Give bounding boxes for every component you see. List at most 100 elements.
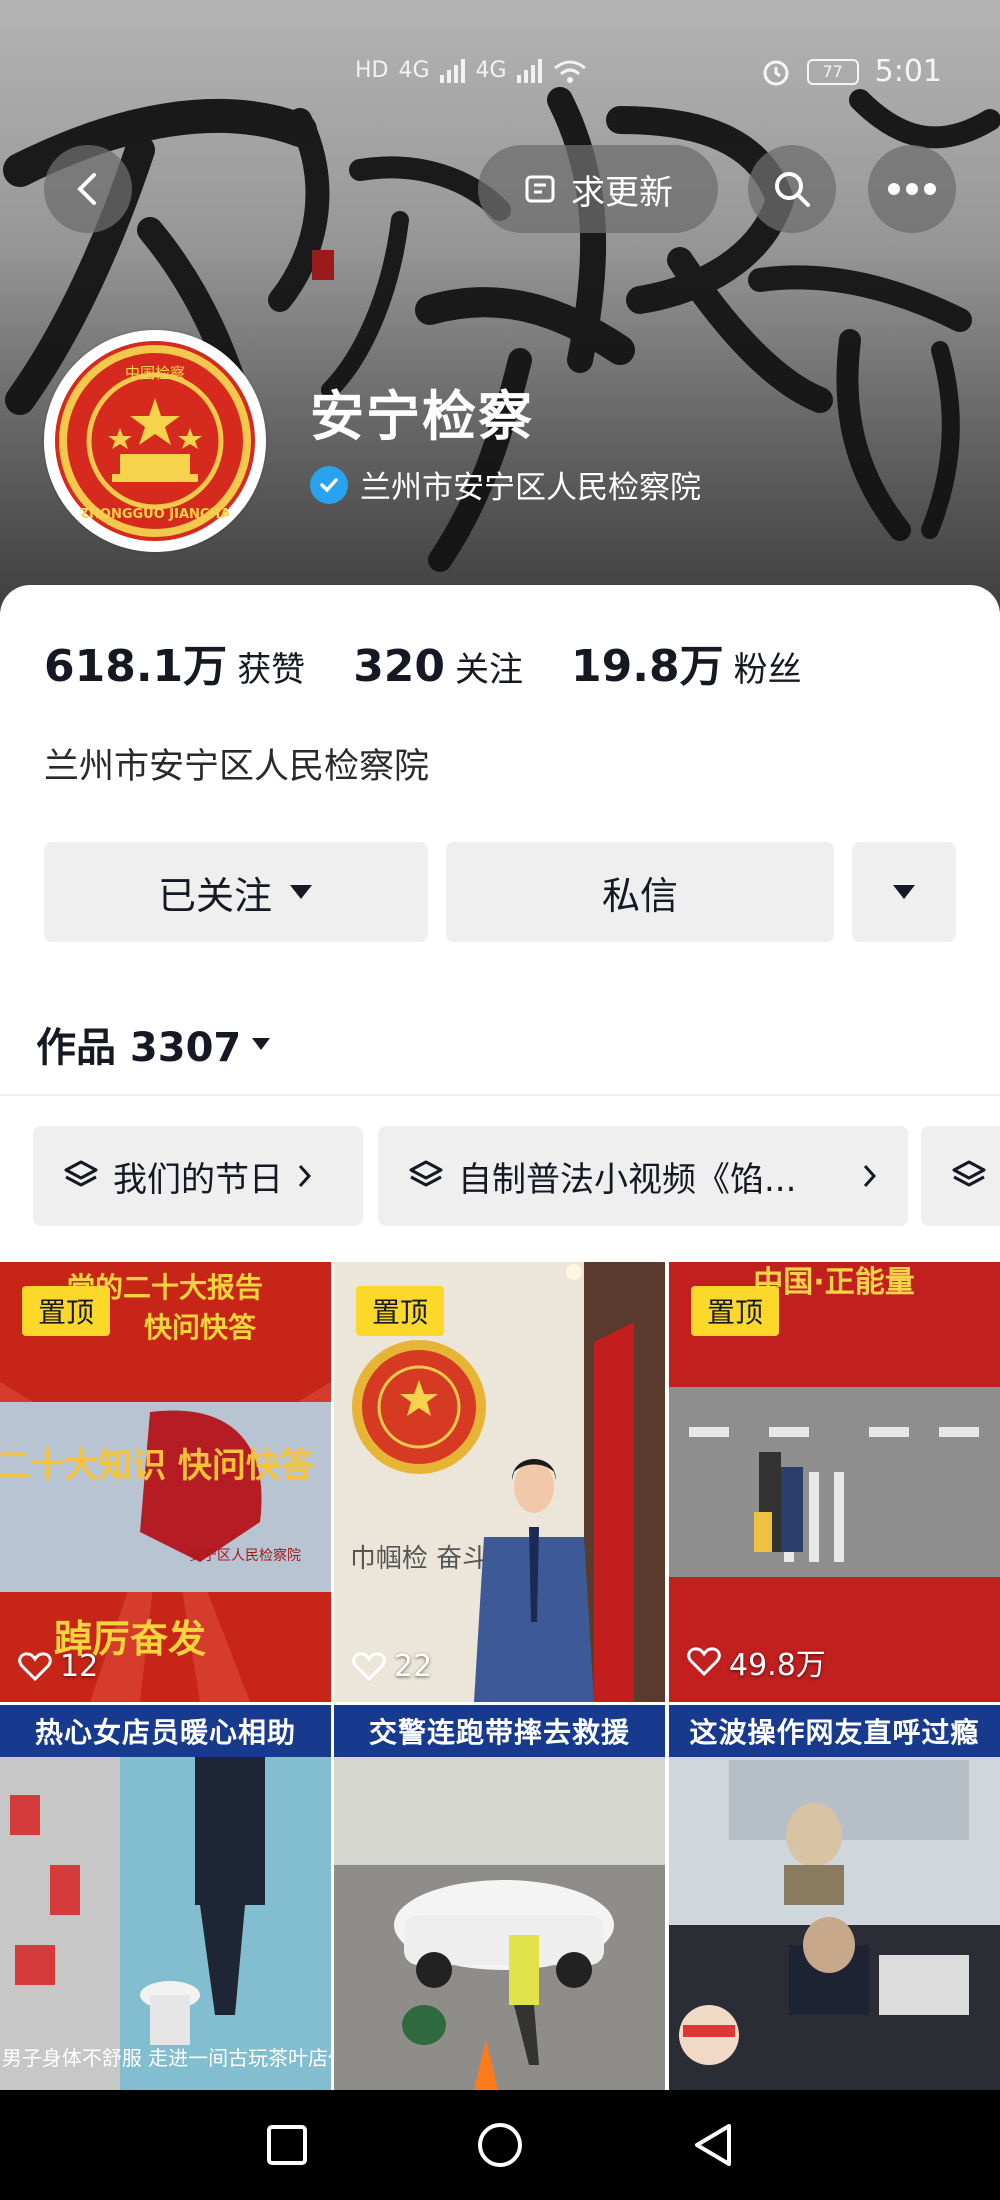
collections-row: 我们的节日 自制普法小视频《馅...	[33, 1126, 1000, 1226]
profile-name: 安宁检察	[310, 385, 534, 448]
tile-vertical-text: 巾帼检 奋斗	[350, 1544, 488, 1574]
svg-text:ZHONGGUO JIANCHA: ZHONGGUO JIANCHA	[80, 507, 231, 522]
tile-title-sub: 快问快答	[144, 1311, 257, 1344]
stat-following[interactable]: 320 关注	[353, 641, 523, 692]
signal-4g-label: 4G	[398, 58, 430, 83]
recent-apps-button[interactable]	[257, 2115, 317, 2175]
like-count-value: 49.8万	[729, 1648, 826, 1683]
caret-down-icon	[252, 1038, 271, 1050]
video-tile[interactable]: 党的二十大报告 快问快答 二十大知识 快问快答 安宁区人民检察院 踔厉奋发 置顶…	[0, 1262, 331, 1702]
profile-stats: 618.1万 获赞 320 关注 19.8万 粉丝	[44, 630, 802, 694]
chevron-right-icon	[863, 1164, 877, 1188]
tile-org-text: 安宁区人民检察院	[189, 1547, 301, 1564]
signal-icon	[439, 58, 465, 83]
video-thumbnail	[669, 1705, 1000, 2090]
video-caption: 热心女店员暖心相助	[0, 1705, 331, 1757]
pinned-badge: 置顶	[22, 1286, 110, 1336]
signal-4g-label-2: 4G	[475, 58, 507, 83]
triangle-back-icon	[695, 2124, 731, 2166]
video-caption: 这波操作网友直呼过瘾	[669, 1705, 1000, 1757]
more-options-button[interactable]	[868, 145, 956, 233]
chevron-right-icon	[298, 1164, 312, 1188]
verified-check-icon	[310, 465, 348, 504]
video-grid: 党的二十大报告 快问快答 二十大知识 快问快答 安宁区人民检察院 踔厉奋发 置顶…	[0, 1262, 1000, 2090]
section-divider	[0, 1094, 1000, 1096]
tile-center-text: 二十大知识 快问快答	[0, 1446, 315, 1486]
stat-followers-value: 19.8万	[571, 641, 724, 692]
like-count: 12	[18, 1649, 98, 1684]
video-tile[interactable]: 巾帼检 奋斗 置顶 22	[334, 1262, 665, 1702]
network-indicators: HD 4G 4G	[355, 58, 587, 83]
system-nav-bar	[0, 2090, 1000, 2200]
heart-icon	[18, 1651, 52, 1681]
video-tile[interactable]: 交警连跑带摔去救援	[334, 1705, 665, 2090]
battery-level: 77	[822, 61, 843, 81]
layers-icon	[952, 1160, 986, 1187]
stat-followers-label: 粉丝	[733, 650, 802, 690]
clock-time: 5:01	[874, 54, 942, 89]
video-tile[interactable]: 中国·正能量 置顶 49.8万	[669, 1262, 1000, 1702]
stat-following-label: 关注	[455, 650, 524, 690]
update-request-icon	[525, 175, 555, 203]
collection-label: 我们的节日	[113, 1159, 283, 1200]
like-count: 22	[352, 1649, 432, 1684]
signal-icon-2	[516, 58, 542, 83]
hd-label: HD	[355, 58, 389, 83]
back-button[interactable]	[44, 145, 132, 233]
collection-chip-partial[interactable]	[921, 1126, 1000, 1226]
pinned-badge: 置顶	[691, 1286, 779, 1336]
collection-label: 自制普法小视频《馅...	[458, 1159, 797, 1200]
message-button[interactable]: 私信	[446, 842, 834, 942]
wifi-icon	[553, 60, 586, 83]
circle-icon	[478, 2123, 522, 2167]
profile-bio: 兰州市安宁区人民检察院	[44, 747, 430, 787]
like-count-value: 12	[60, 1649, 99, 1684]
status-right: 77 5:01	[761, 54, 942, 89]
request-update-label: 求更新	[571, 172, 673, 213]
video-tile[interactable]: 这波操作网友直呼过瘾	[669, 1705, 1000, 2090]
stat-followers[interactable]: 19.8万 粉丝	[571, 630, 802, 694]
request-update-button[interactable]: 求更新	[478, 145, 718, 233]
system-back-button[interactable]	[683, 2115, 743, 2175]
caret-down-icon	[290, 885, 312, 899]
like-count-value: 22	[394, 1649, 433, 1684]
collection-chip[interactable]: 我们的节日	[33, 1126, 363, 1226]
stat-following-value: 320	[353, 641, 446, 692]
avatar[interactable]: 中国检察 ZHONGGUO JIANCHA	[44, 330, 266, 552]
search-icon	[775, 172, 810, 207]
followed-label: 已关注	[157, 873, 272, 918]
verified-row: 兰州市安宁区人民检察院	[310, 462, 701, 507]
like-count: 49.8万	[687, 1640, 826, 1684]
collection-chip[interactable]: 自制普法小视频《馅...	[378, 1126, 908, 1226]
message-label: 私信	[601, 873, 678, 918]
recommend-dropdown-button[interactable]	[852, 842, 956, 942]
layers-icon	[64, 1160, 98, 1187]
profile-page: HD 4G 4G 77 5:01 求更新 中国检察 ZHONGGUO JIANC…	[0, 0, 1000, 2200]
status-bar: HD 4G 4G 77 5:01	[0, 0, 1000, 89]
square-icon	[267, 2125, 307, 2165]
video-thumbnail: 一名男子身体不舒服 走进一间古玩茶叶店休息	[0, 1705, 331, 2090]
home-button[interactable]	[470, 2115, 530, 2175]
video-caption: 交警连跑带摔去救援	[334, 1705, 665, 1757]
battery-icon: 77	[806, 58, 859, 85]
svg-text:中国检察: 中国检察	[125, 364, 185, 382]
video-tile[interactable]: 一名男子身体不舒服 走进一间古玩茶叶店休息 热心女店员暖心相助	[0, 1705, 331, 2090]
verified-org-label: 兰州市安宁区人民检察院	[360, 470, 701, 506]
stat-likes-value: 618.1万	[44, 641, 228, 692]
layers-icon	[409, 1160, 443, 1187]
caret-down-icon	[893, 885, 915, 899]
stat-likes-label: 获赞	[237, 650, 306, 690]
tab-works[interactable]: 作品 3307	[36, 1015, 271, 1073]
pinned-badge: 置顶	[356, 1286, 444, 1336]
alarm-icon	[763, 60, 789, 85]
video-thumbnail	[334, 1705, 665, 2090]
search-button[interactable]	[748, 145, 836, 233]
followed-button[interactable]: 已关注	[44, 842, 428, 942]
more-horizontal-icon	[888, 183, 936, 195]
tile-bottom-text: 一名男子身体不舒服 走进一间古玩茶叶店休息	[0, 2046, 331, 2070]
heart-icon	[687, 1647, 721, 1677]
works-label: 作品 3307	[36, 1025, 242, 1071]
stat-likes[interactable]: 618.1万 获赞	[44, 630, 305, 694]
profile-actions: 已关注 私信	[44, 842, 956, 942]
chevron-left-icon	[77, 173, 96, 205]
